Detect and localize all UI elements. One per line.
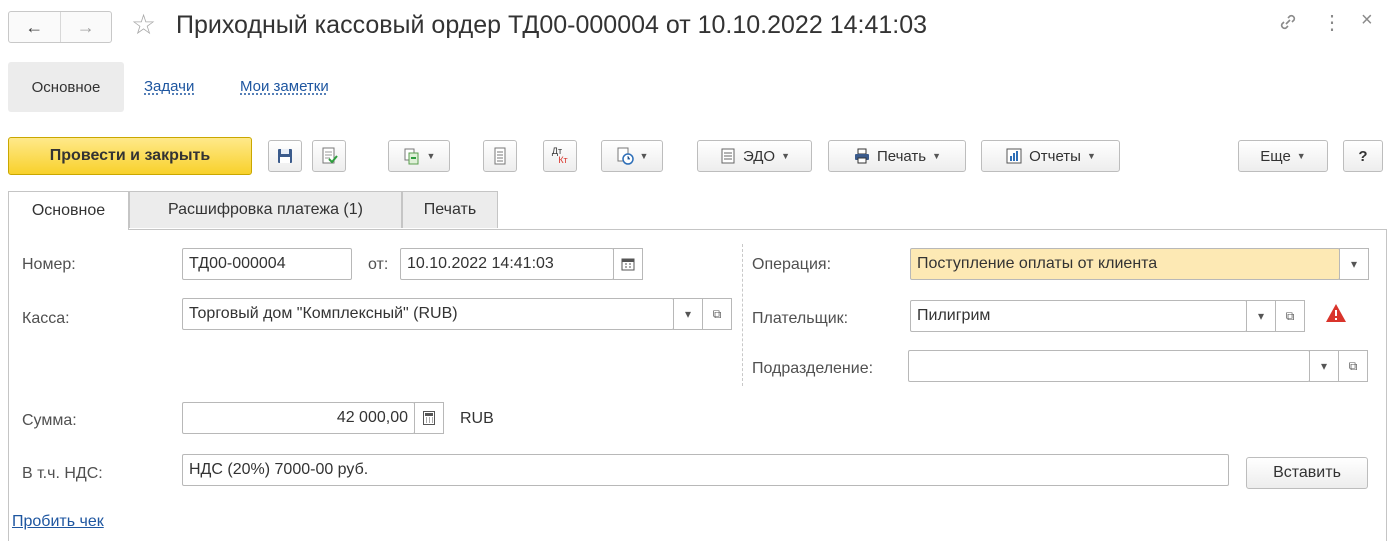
chevron-down-icon: ▾ <box>1257 309 1265 323</box>
section-tasks-link[interactable]: Задачи <box>144 78 194 95</box>
calendar-button[interactable] <box>613 248 643 280</box>
save-button[interactable] <box>268 140 302 172</box>
document-list-icon <box>494 147 506 165</box>
printer-icon <box>854 148 869 164</box>
more-vertical-icon[interactable]: ⋮ <box>1322 10 1342 35</box>
create-based-on-button[interactable]: ▼ <box>388 140 450 172</box>
payer-open-button[interactable]: ⧉ <box>1275 300 1305 332</box>
chevron-down-icon: ▼ <box>932 151 942 161</box>
vat-field[interactable]: НДС (20%) 7000-00 руб. <box>182 454 1229 486</box>
print-receipt-link[interactable]: Пробить чек <box>12 513 104 531</box>
open-form-icon: ⧉ <box>1285 308 1295 323</box>
vat-label: В т.ч. НДС: <box>22 465 103 482</box>
link-icon[interactable] <box>1278 12 1298 38</box>
window-title: Приходный кассовый ордер ТД00-000004 от … <box>176 11 928 39</box>
create-based-on-icon <box>404 148 419 165</box>
sum-label: Сумма: <box>22 412 77 429</box>
chevron-down-icon: ▼ <box>639 151 649 161</box>
date-field[interactable]: 10.10.2022 14:41:03 <box>400 248 614 280</box>
related-documents-button[interactable]: ▼ <box>601 140 663 172</box>
kt-label: Кт <box>558 155 568 165</box>
cash-open-button[interactable]: ⧉ <box>702 298 732 330</box>
dt-kt-button[interactable]: Дт Кт <box>543 140 577 172</box>
division-open-button[interactable]: ⧉ <box>1338 350 1368 382</box>
division-dropdown-button[interactable]: ▾ <box>1309 350 1339 382</box>
help-button[interactable]: ? <box>1343 140 1383 172</box>
favorite-star-icon[interactable]: ☆ <box>131 8 156 41</box>
chevron-down-icon: ▼ <box>1086 151 1096 161</box>
currency-label: RUB <box>460 410 494 427</box>
tab-print-label: Печать <box>423 201 477 218</box>
operation-dropdown-button[interactable]: ▾ <box>1339 248 1369 280</box>
post-document-icon <box>322 147 338 164</box>
warning-icon <box>1325 303 1347 327</box>
payer-label: Плательщик: <box>752 310 849 327</box>
post-and-close-button[interactable]: Провести и закрыть <box>8 137 252 175</box>
payer-dropdown-button[interactable]: ▾ <box>1246 300 1276 332</box>
calculator-button[interactable] <box>414 402 444 434</box>
column-separator <box>742 244 743 386</box>
tab-payment-details[interactable]: Расшифровка платежа (1) <box>129 191 402 228</box>
reports-button[interactable]: Отчеты ▼ <box>981 140 1120 172</box>
calculator-icon <box>423 411 435 425</box>
print-label: Печать <box>876 147 927 165</box>
more-button[interactable]: Еще ▼ <box>1238 140 1328 172</box>
forward-button[interactable]: → <box>59 12 112 42</box>
date-label: от: <box>368 256 389 273</box>
edo-label: ЭДО <box>742 147 776 165</box>
cash-dropdown-button[interactable]: ▾ <box>673 298 703 330</box>
operation-label: Операция: <box>752 256 832 273</box>
payer-field[interactable]: Пилигрим <box>910 300 1247 332</box>
tab-main[interactable]: Основное <box>8 191 129 230</box>
more-label: Еще <box>1260 147 1291 165</box>
calendar-icon <box>621 258 635 271</box>
print-button[interactable]: Печать ▼ <box>828 140 966 172</box>
reports-label: Отчеты <box>1029 147 1081 165</box>
edo-exchange-icon <box>721 148 735 164</box>
tab-main-label: Основное <box>31 202 106 219</box>
chevron-down-icon: ▾ <box>684 307 692 321</box>
chevron-down-icon: ▾ <box>1350 257 1358 271</box>
chevron-down-icon: ▼ <box>781 151 791 161</box>
open-form-icon: ⧉ <box>1348 358 1358 373</box>
open-form-icon: ⧉ <box>712 306 722 321</box>
chevron-down-icon: ▼ <box>426 151 436 161</box>
chevron-down-icon: ▾ <box>1320 359 1328 373</box>
list-button[interactable] <box>483 140 517 172</box>
floppy-disk-icon <box>278 149 292 163</box>
section-notes-link[interactable]: Мои заметки <box>240 78 329 95</box>
report-chart-icon <box>1006 148 1022 164</box>
back-button[interactable]: ← <box>9 12 60 42</box>
sum-field[interactable]: 42 000,00 <box>182 402 415 434</box>
chevron-down-icon: ▼ <box>1296 151 1306 161</box>
post-button[interactable] <box>312 140 346 172</box>
number-field[interactable]: ТД00-000004 <box>182 248 352 280</box>
section-main-label: Основное <box>31 78 101 96</box>
cash-field[interactable]: Торговый дом "Комплексный" (RUB) <box>182 298 674 330</box>
clock-document-icon <box>617 147 634 165</box>
section-main[interactable]: Основное <box>8 62 124 112</box>
operation-field[interactable]: Поступление оплаты от клиента <box>910 248 1340 280</box>
close-icon[interactable]: × <box>1361 9 1373 32</box>
number-label: Номер: <box>22 256 76 273</box>
tab-payment-details-label: Расшифровка платежа (1) <box>168 201 363 218</box>
cash-label: Касса: <box>22 310 70 327</box>
history-nav: ← → <box>8 11 112 43</box>
edo-button[interactable]: ЭДО ▼ <box>697 140 812 172</box>
insert-button[interactable]: Вставить <box>1246 457 1368 489</box>
division-label: Подразделение: <box>752 360 874 377</box>
division-field[interactable] <box>908 350 1310 382</box>
tab-print[interactable]: Печать <box>402 191 498 228</box>
